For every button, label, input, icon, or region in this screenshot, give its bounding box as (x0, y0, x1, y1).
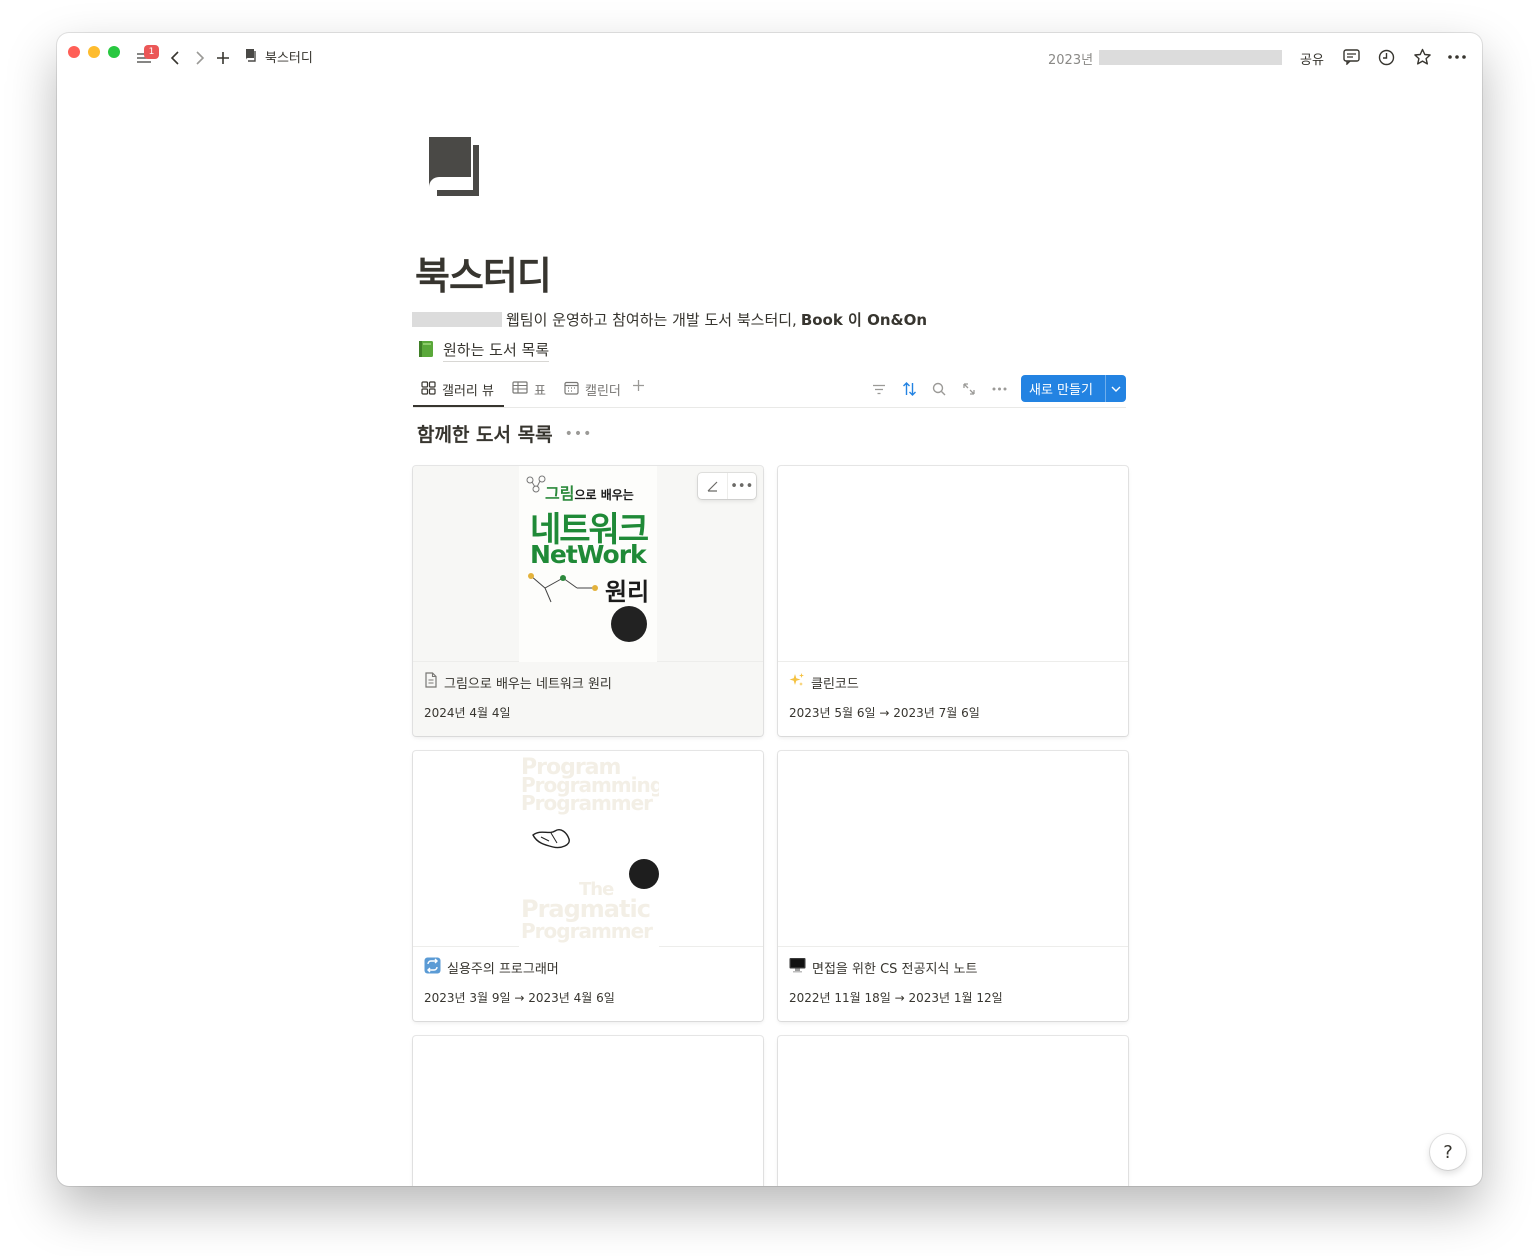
zoom-window-button[interactable] (108, 46, 120, 58)
card-hover-actions: ••• (698, 473, 756, 499)
gallery-icon (421, 380, 436, 399)
desktop-computer-icon (789, 957, 806, 977)
cover-word: Programmer (521, 919, 653, 943)
card-title[interactable]: 그림으로 배우는 네트워크 원리 (424, 672, 612, 692)
gallery-card-cs-notes[interactable]: 면접을 위한 CS 전공지식 노트 2022년 11월 18일 → 2023년 … (778, 751, 1128, 1021)
card-cover: 그림으로 배우는 네트워크 NetWork 원리 ••• (413, 466, 763, 662)
card-cover (778, 751, 1128, 947)
card-cover (413, 1036, 763, 1186)
calendar-icon (564, 381, 579, 399)
sort-icon[interactable] (900, 380, 918, 398)
network-diagram-doodle (528, 573, 598, 603)
card-date: 2023년 3월 9일 → 2023년 4월 6일 (424, 991, 615, 1005)
card-title-text: 실용주의 프로그래머 (447, 962, 559, 977)
cover-seal-icon (629, 859, 659, 889)
expand-icon[interactable] (960, 380, 978, 398)
sparkles-icon (789, 672, 805, 692)
active-tab-indicator (413, 405, 504, 407)
book-icon (244, 48, 258, 66)
breadcrumb-title: 북스터디 (265, 51, 313, 66)
edit-icon[interactable] (698, 473, 727, 499)
tab-calendar-view[interactable]: 캘린더 (564, 380, 621, 399)
card-cover (778, 466, 1128, 662)
tab-gallery-view[interactable]: 갤러리 뷰 (421, 380, 494, 399)
card-title[interactable]: 면접을 위한 CS 전공지식 노트 (789, 957, 977, 977)
title-bar: 1 북스터디 2023년 공유 (57, 33, 1482, 81)
gallery-card[interactable] (778, 1036, 1128, 1186)
group-more-icon[interactable]: ••• (565, 426, 593, 442)
more-options-icon[interactable] (1446, 47, 1468, 67)
clock-icon[interactable] (1376, 47, 1396, 67)
cover-line-4: 원리 (605, 578, 650, 606)
tab-calendar-label: 캘린더 (585, 384, 621, 399)
notification-badge: 1 (144, 45, 159, 59)
group-title-text: 함께한 도서 목록 (417, 424, 553, 446)
wishlist-link-label: 원하는 도서 목록 (443, 339, 550, 362)
card-more-icon[interactable]: ••• (726, 473, 757, 499)
cover-illustration (532, 829, 570, 849)
description-bold-text: Book 이 On&On (800, 311, 928, 329)
minimize-window-button[interactable] (88, 46, 100, 58)
tab-table-label: 표 (534, 384, 546, 399)
tab-table-view[interactable]: 표 (512, 380, 546, 399)
description-text: 웹팀이 운영하고 참여하는 개발 도서 북스터디, (506, 311, 797, 329)
card-title-text: 그림으로 배우는 네트워크 원리 (444, 676, 612, 692)
cover-seal-icon (611, 606, 647, 642)
close-window-button[interactable] (68, 46, 80, 58)
card-date: 2022년 11월 18일 → 2023년 1월 12일 (789, 991, 1003, 1005)
page-title[interactable]: 북스터디 (415, 245, 552, 300)
back-arrow-icon[interactable] (165, 48, 185, 68)
network-book-cover-image: 그림으로 배우는 네트워크 NetWork 원리 (519, 466, 657, 662)
database-view-bar: 갤러리 뷰 표 캘린더 (413, 372, 1126, 408)
chevron-down-icon[interactable] (1106, 386, 1126, 392)
app-window: 1 북스터디 2023년 공유 북스터디 웹팀이 운영하고 참여하는 개발 도서… (57, 33, 1482, 1186)
card-cover (778, 1036, 1128, 1186)
last-edited-text: 2023년 (1048, 53, 1094, 68)
green-book-icon (417, 340, 435, 362)
card-date: 2023년 5월 6일 → 2023년 7월 6일 (789, 706, 980, 720)
page-description[interactable]: 웹팀이 운영하고 참여하는 개발 도서 북스터디, Book 이 On&On (412, 309, 927, 330)
page-icon (424, 672, 438, 692)
redacted-area (1099, 50, 1282, 65)
tab-gallery-label: 갤러리 뷰 (442, 384, 494, 399)
page-book-icon[interactable] (423, 133, 483, 201)
cover-word: Programmer (521, 791, 653, 815)
gallery-card-pragmatic-programmer[interactable]: Program Programming Programmer The Pragm… (413, 751, 763, 1021)
card-title[interactable]: 실용주의 프로그래머 (424, 957, 559, 978)
forward-arrow-icon[interactable] (190, 48, 210, 68)
plus-icon (632, 379, 645, 396)
help-button[interactable]: ? (1430, 1134, 1466, 1170)
card-title-text: 클린코드 (811, 676, 859, 692)
card-cover: Program Programming Programmer The Pragm… (413, 751, 763, 947)
comment-icon[interactable] (1341, 47, 1361, 67)
gallery-card-network[interactable]: 그림으로 배우는 네트워크 NetWork 원리 ••• 그림으로 배우는 네트… (413, 466, 763, 736)
breadcrumb[interactable]: 북스터디 (244, 47, 313, 66)
repeat-icon (424, 957, 441, 978)
new-tab-plus-icon[interactable] (213, 48, 233, 68)
card-title-text: 면접을 위한 CS 전공지식 노트 (812, 961, 978, 977)
cover-line-3: NetWork (530, 540, 647, 569)
table-icon (512, 381, 528, 398)
cover-line-1: 그림으로 배우는 (545, 484, 634, 503)
gallery-card-clean-code[interactable]: 클린코드 2023년 5월 6일 → 2023년 7월 6일 (778, 466, 1128, 736)
gallery-group-title[interactable]: 함께한 도서 목록 ••• (417, 420, 592, 447)
star-icon[interactable] (1411, 46, 1433, 68)
add-view-button[interactable] (632, 379, 645, 396)
card-date: 2024년 4월 4일 (424, 706, 511, 720)
filter-icon[interactable] (870, 380, 888, 398)
view-more-icon[interactable] (990, 380, 1008, 398)
card-title[interactable]: 클린코드 (789, 672, 859, 692)
wishlist-page-link[interactable]: 원하는 도서 목록 (417, 339, 550, 362)
share-button[interactable]: 공유 (1300, 49, 1324, 68)
redacted-team-name (412, 312, 502, 327)
gallery-card[interactable] (413, 1036, 763, 1186)
pragmatic-book-cover-image: Program Programming Programmer The Pragm… (519, 751, 659, 947)
new-item-label: 새로 만들기 (1029, 383, 1093, 398)
new-item-button[interactable]: 새로 만들기 (1021, 375, 1126, 402)
search-icon[interactable] (930, 380, 948, 398)
